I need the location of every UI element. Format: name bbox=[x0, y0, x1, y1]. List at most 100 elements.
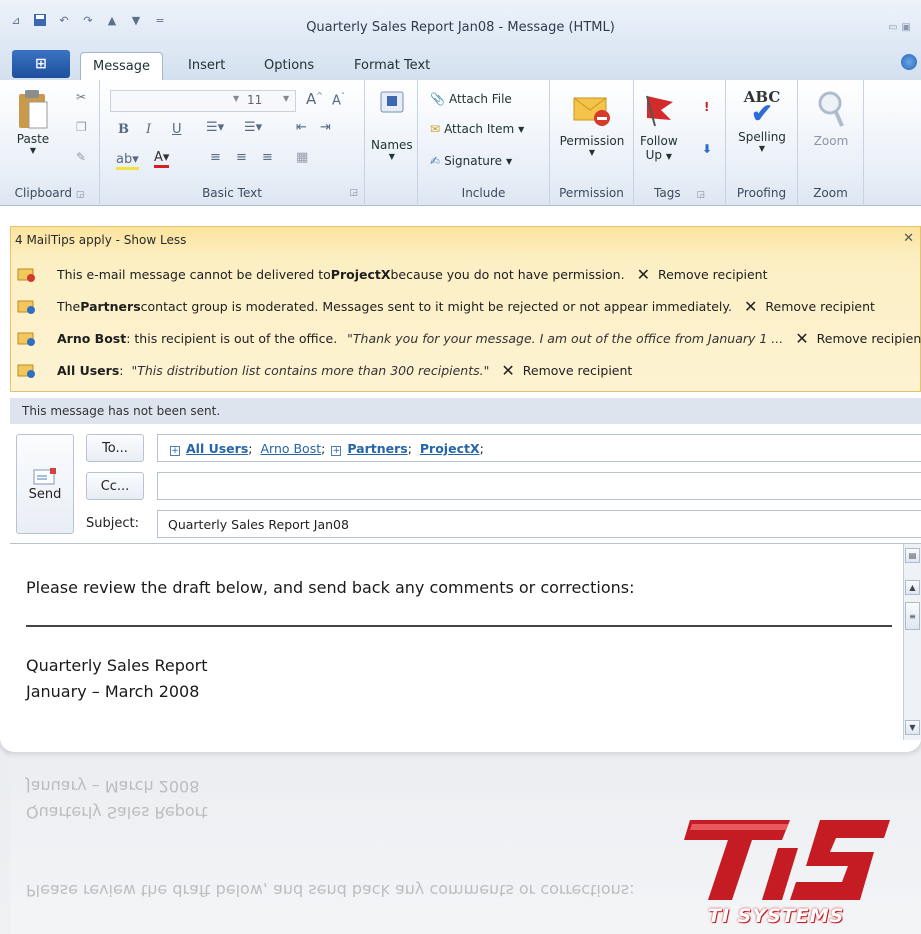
chevron-down-icon: ▼ bbox=[518, 124, 525, 134]
recipient-all-users[interactable]: All Users bbox=[186, 441, 248, 456]
styles-icon[interactable]: ▦ bbox=[296, 150, 308, 165]
increase-indent-icon[interactable]: ⇥ bbox=[320, 120, 331, 135]
tab-message[interactable]: Message bbox=[80, 52, 163, 80]
horizontal-rule bbox=[26, 625, 892, 627]
align-left-icon[interactable]: ≡ bbox=[210, 150, 221, 165]
attach-item-button[interactable]: ✉ Attach Item ▼ bbox=[430, 122, 524, 136]
expand-icon[interactable]: + bbox=[331, 446, 342, 456]
clipboard-icon bbox=[19, 90, 48, 129]
window-title: Quarterly Sales Report Jan08 - Message (… bbox=[306, 20, 615, 35]
send-envelope-icon bbox=[33, 467, 56, 484]
tab-options[interactable]: Options bbox=[252, 52, 326, 80]
tab-insert[interactable]: Insert bbox=[176, 52, 237, 80]
decrease-indent-icon[interactable]: ⇤ bbox=[296, 120, 307, 135]
group-zoom: Zoom Zoom bbox=[798, 80, 864, 206]
bold-icon[interactable]: B bbox=[118, 122, 129, 137]
tab-format-text[interactable]: Format Text bbox=[342, 52, 442, 80]
paperclip-icon: 📎 bbox=[430, 92, 445, 106]
expand-icon[interactable]: + bbox=[170, 446, 180, 456]
group-basic-text: 11 ▼ ▼ A^ Aˇ B I U ☰▾ ☰▾ ⇤ ⇥ ab▾ A▾ ≡ ≡ … bbox=[100, 80, 365, 206]
follow-up-button[interactable]: Follow Up ▼ bbox=[640, 92, 678, 162]
to-field[interactable]: + All Users; Arno Bost; + Partners; Projec… bbox=[157, 434, 921, 462]
permission-button[interactable]: Permission ▼ bbox=[556, 92, 628, 157]
remove-x-icon[interactable]: ✕ bbox=[637, 265, 650, 284]
dialog-launcher-icon: ◲ bbox=[75, 190, 85, 200]
maximize-icon[interactable]: ▣ bbox=[902, 22, 911, 33]
underline-icon[interactable]: U bbox=[172, 122, 182, 137]
high-importance-icon[interactable]: ! bbox=[704, 100, 709, 114]
scroll-thumb[interactable]: ≡ bbox=[905, 602, 920, 630]
subject-label: Subject: bbox=[86, 516, 139, 531]
to-button[interactable]: To... bbox=[86, 434, 144, 462]
permission-envelope-icon bbox=[573, 97, 610, 126]
mailtips-bar: 4 MailTips apply - Show Less ✕ This e-ma… bbox=[10, 226, 921, 392]
envelope-info-icon bbox=[17, 364, 35, 378]
group-include: 📎 Attach File ✉ Attach Item ▼ ✍ Signature ▼ I… bbox=[417, 80, 550, 206]
office-button[interactable]: ⊞ bbox=[12, 50, 70, 78]
paste-label: Paste bbox=[16, 132, 50, 146]
numbering-icon[interactable]: ☰▾ bbox=[244, 120, 262, 135]
message-header: Send To... Cc... Subject: + All Users; Ar… bbox=[10, 428, 921, 540]
recipient-arno-bost[interactable]: Arno Bost bbox=[260, 441, 321, 456]
remove-x-icon[interactable]: ✕ bbox=[795, 329, 808, 348]
dialog-launcher-icon: ◲ bbox=[696, 190, 705, 200]
vertical-scrollbar[interactable]: ▤ ▲ ≡ ▼ bbox=[903, 544, 921, 740]
mailtips-header[interactable]: 4 MailTips apply - Show Less bbox=[15, 233, 186, 247]
zoom-label: Zoom bbox=[813, 134, 849, 148]
minimize-icon[interactable]: ▭ bbox=[888, 22, 897, 33]
font-combo[interactable]: 11 ▼ ▼ bbox=[110, 90, 296, 112]
help-icon[interactable] bbox=[901, 54, 917, 70]
reflected-line-2: Quarterly Sales Report bbox=[26, 803, 208, 822]
signature-icon: ✍ bbox=[430, 154, 441, 168]
close-icon[interactable]: ✕ bbox=[903, 231, 914, 246]
names-button[interactable]: Names ▼ bbox=[371, 90, 413, 161]
body-line-report-title: Quarterly Sales Report bbox=[26, 656, 208, 675]
group-clipboard: Paste ▼ ✂ ❐ ✎ Clipboard ◲ bbox=[0, 80, 100, 206]
send-button[interactable]: Send bbox=[16, 434, 74, 534]
font-color-icon[interactable]: A▾ bbox=[154, 150, 170, 168]
cc-field[interactable] bbox=[157, 472, 921, 500]
abc-check-icon: ABC ✔ bbox=[743, 88, 781, 129]
recipient-projectx[interactable]: ProjectX bbox=[420, 441, 480, 456]
shrink-font-icon[interactable]: Aˇ bbox=[332, 92, 345, 108]
chevron-down-icon: ▼ bbox=[505, 156, 513, 166]
bullets-icon[interactable]: ☰▾ bbox=[206, 120, 224, 135]
paste-button[interactable]: Paste ▼ bbox=[16, 88, 50, 155]
grow-font-icon[interactable]: A^ bbox=[306, 90, 323, 108]
group-permission: Permission ▼ Permission bbox=[550, 80, 634, 206]
remove-recipient-link[interactable]: Remove recipient bbox=[523, 363, 633, 378]
scroll-up-icon[interactable]: ▲ bbox=[905, 580, 920, 595]
window-controls: ▭ ▣ bbox=[888, 22, 911, 33]
message-body[interactable]: Please review the draft below, and send … bbox=[10, 543, 921, 743]
attach-file-button[interactable]: 📎 Attach File bbox=[430, 92, 512, 106]
italic-icon[interactable]: I bbox=[146, 122, 151, 137]
low-importance-icon[interactable]: ⬇ bbox=[702, 142, 712, 156]
dialog-launcher-icon[interactable]: ◲ bbox=[349, 188, 358, 198]
remove-recipient-link[interactable]: Remove recipient bbox=[658, 267, 768, 282]
reflected-line-3: January – March 2008 bbox=[26, 777, 200, 796]
remove-x-icon[interactable]: ✕ bbox=[501, 361, 514, 380]
copy-icon[interactable]: ❐ bbox=[76, 120, 87, 134]
group-names: Names ▼ bbox=[365, 80, 417, 206]
remove-x-icon[interactable]: ✕ bbox=[744, 297, 757, 316]
clipboard-group-label: Clipboard ◲ bbox=[14, 186, 85, 200]
subject-field[interactable]: Quarterly Sales Report Jan08 bbox=[157, 510, 921, 538]
body-line-report-period: January – March 2008 bbox=[26, 682, 200, 701]
signature-button[interactable]: ✍ Signature ▼ bbox=[430, 154, 512, 168]
tags-group-label: Tags ◲ bbox=[654, 186, 705, 200]
format-painter-icon[interactable]: ✎ bbox=[76, 150, 86, 164]
scroll-down-icon[interactable]: ▼ bbox=[905, 720, 920, 735]
font-size-value: 11 bbox=[247, 93, 263, 107]
align-center-icon[interactable]: ≡ bbox=[236, 150, 247, 165]
spelling-button[interactable]: ABC ✔ Spelling ▼ bbox=[732, 88, 792, 153]
cc-button[interactable]: Cc... bbox=[86, 472, 144, 500]
highlight-icon[interactable]: ab▾ bbox=[116, 152, 139, 170]
remove-recipient-link[interactable]: Remove recipient bbox=[817, 331, 921, 346]
zoom-button[interactable]: Zoom bbox=[806, 90, 856, 148]
cut-icon[interactable]: ✂ bbox=[76, 90, 86, 104]
remove-recipient-link[interactable]: Remove recipient bbox=[765, 299, 875, 314]
ruler-toggle-icon[interactable]: ▤ bbox=[905, 548, 920, 563]
recipient-partners[interactable]: Partners bbox=[347, 441, 407, 456]
align-right-icon[interactable]: ≡ bbox=[262, 150, 273, 165]
group-tags: Follow Up ▼ ! ⬇ Tags ◲ bbox=[634, 80, 726, 206]
